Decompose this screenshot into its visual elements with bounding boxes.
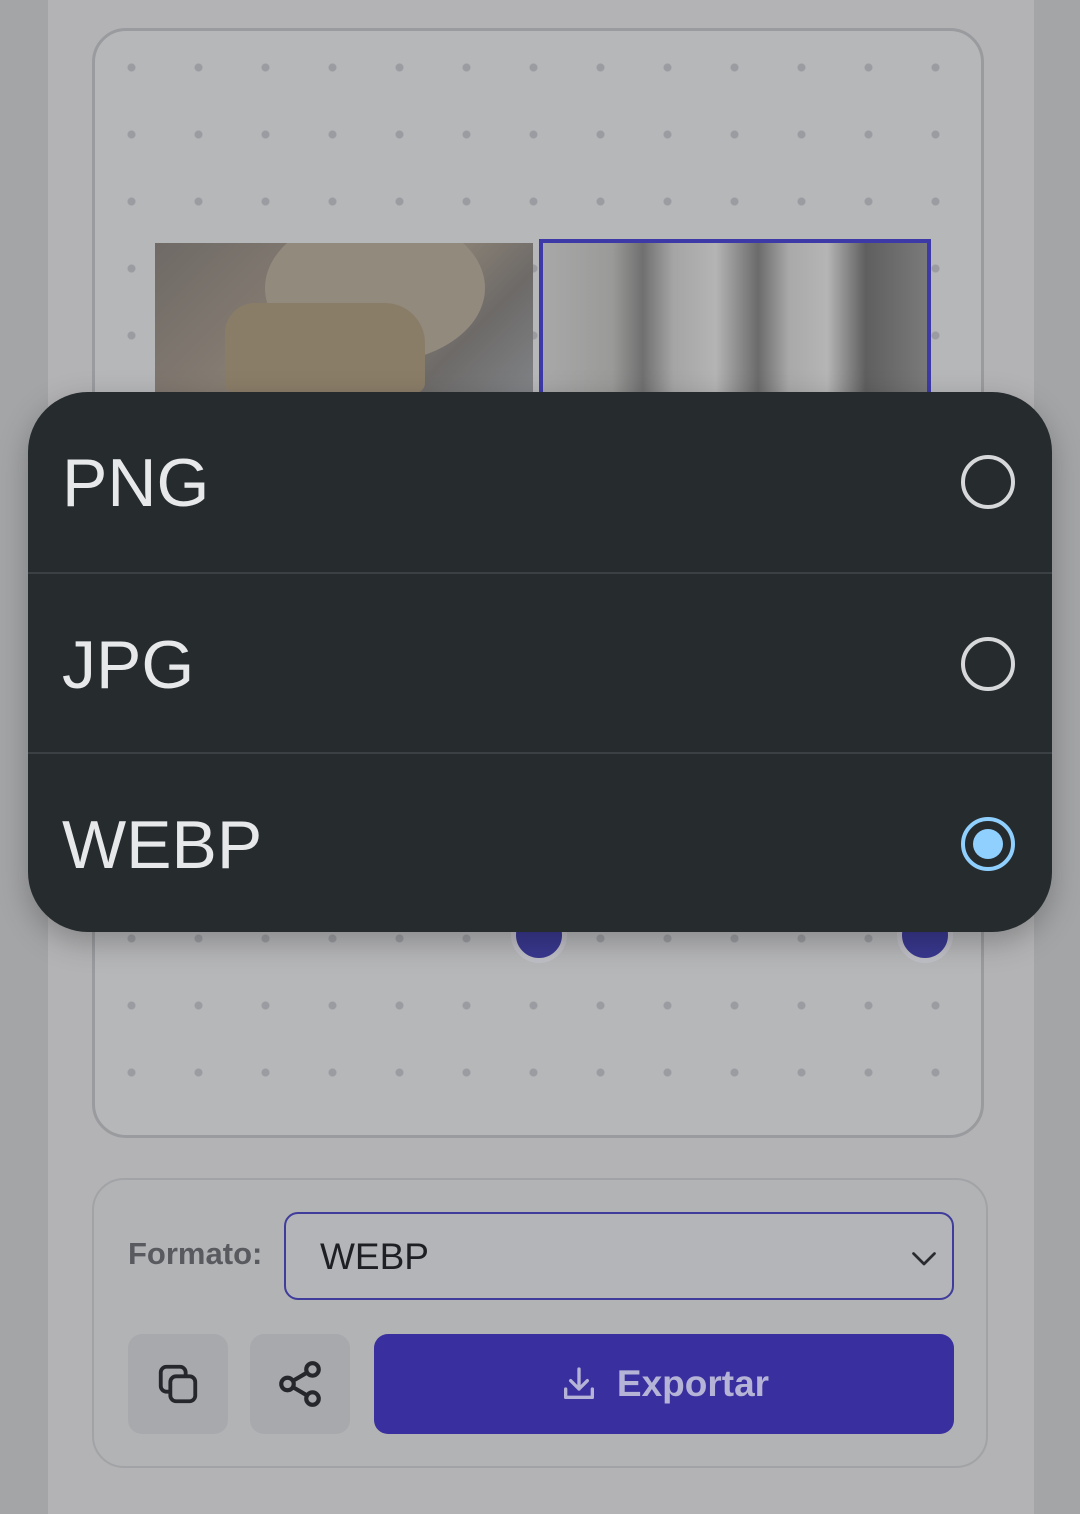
format-option-jpg[interactable]: JPG: [28, 572, 1052, 754]
format-select[interactable]: WEBP: [284, 1212, 954, 1300]
format-option-label: WEBP: [62, 807, 263, 883]
export-toolbar: Formato: WEBP Exportar: [92, 1178, 988, 1468]
share-button[interactable]: [250, 1334, 350, 1434]
format-select-value: WEBP: [320, 1236, 429, 1277]
format-option-label: JPG: [62, 627, 195, 703]
export-button-label: Exportar: [616, 1363, 770, 1404]
radio-unchecked-icon[interactable]: [960, 636, 1016, 692]
format-option-png[interactable]: PNG: [28, 392, 1052, 572]
format-option-webp[interactable]: WEBP: [28, 752, 1052, 932]
copy-button[interactable]: [128, 1334, 228, 1434]
radio-checked-icon[interactable]: [960, 816, 1016, 872]
share-icon: [279, 1361, 321, 1407]
format-option-label: PNG: [62, 445, 210, 521]
copy-icon: [158, 1364, 198, 1404]
export-button[interactable]: Exportar: [374, 1334, 954, 1434]
radio-unchecked-icon[interactable]: [960, 454, 1016, 510]
format-dropdown-menu: PNG JPG WEBP: [28, 392, 1052, 932]
chevron-down-icon: [912, 1252, 936, 1266]
format-label: Formato:: [128, 1236, 263, 1271]
download-icon: [563, 1367, 594, 1399]
photo-couch-shape: [225, 303, 425, 393]
